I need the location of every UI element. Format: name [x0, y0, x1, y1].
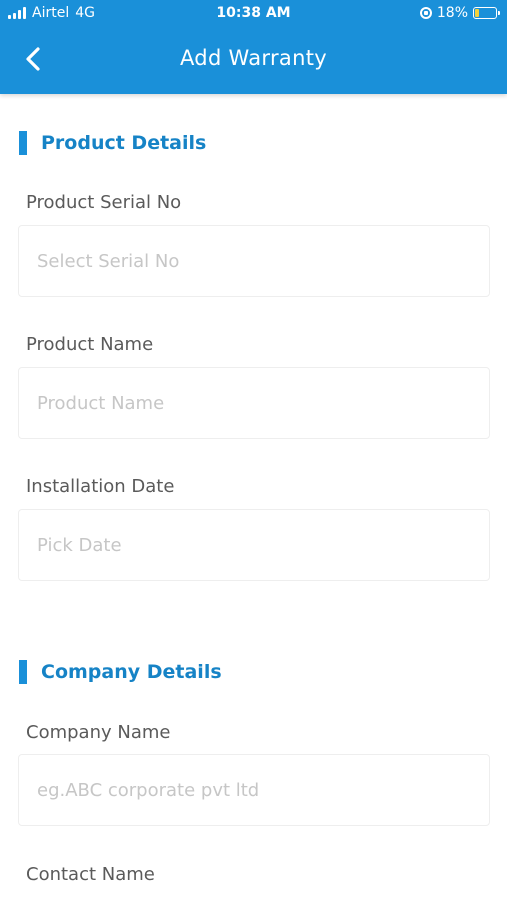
- product-name-input[interactable]: Product Name: [18, 367, 490, 439]
- serial-select-field[interactable]: Select Serial No: [18, 225, 490, 297]
- product-name-placeholder: Product Name: [37, 392, 165, 414]
- company-name-placeholder: eg.ABC corporate pvt ltd: [37, 779, 260, 801]
- status-bar: Airtel 4G 10:38 AM 18%: [0, 0, 507, 28]
- rotation-lock-icon: [419, 7, 432, 19]
- section-title: Company Details: [41, 661, 222, 683]
- date-placeholder: Pick Date: [37, 534, 122, 556]
- serial-placeholder: Select Serial No: [37, 250, 180, 272]
- battery-icon: [473, 7, 500, 19]
- battery-percent: 18%: [436, 5, 468, 21]
- section-header-company: Company Details: [19, 660, 222, 684]
- status-right: 18%: [419, 5, 500, 21]
- app-header: Airtel 4G 10:38 AM 18% Add Warranty: [0, 0, 507, 94]
- company-name-input[interactable]: eg.ABC corporate pvt ltd: [18, 754, 490, 826]
- installation-date-label: Installation Date: [26, 476, 175, 497]
- section-header-product: Product Details: [19, 131, 206, 155]
- section-accent-bar: [19, 660, 27, 684]
- installation-date-picker[interactable]: Pick Date: [18, 509, 490, 581]
- serial-label: Product Serial No: [26, 192, 182, 213]
- section-title: Product Details: [41, 132, 207, 154]
- nav-bar: Add Warranty: [0, 28, 507, 94]
- company-name-label: Company Name: [26, 722, 171, 743]
- product-name-label: Product Name: [26, 334, 154, 355]
- contact-name-label: Contact Name: [26, 864, 155, 885]
- page-title: Add Warranty: [180, 46, 327, 70]
- section-accent-bar: [19, 131, 27, 155]
- battery-level: [475, 9, 479, 17]
